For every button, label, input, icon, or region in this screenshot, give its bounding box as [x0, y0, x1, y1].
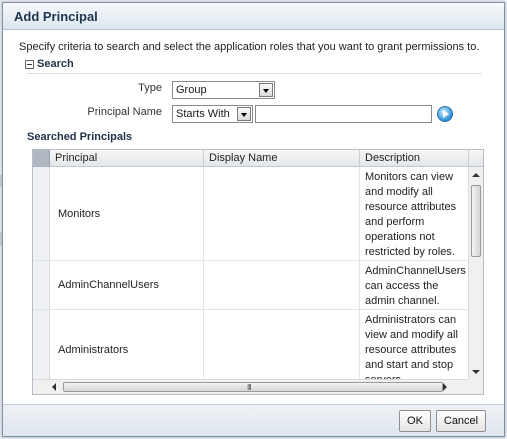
search-section-label: Search — [37, 58, 74, 70]
scroll-grip: III — [247, 383, 252, 392]
type-select[interactable]: Group — [172, 81, 275, 99]
table-row[interactable]: Administrators Administrators can view a… — [33, 310, 469, 380]
type-select-value: Group — [176, 84, 207, 96]
row-selector[interactable] — [33, 167, 50, 260]
column-header-description[interactable]: Description — [360, 150, 469, 167]
column-header-display-name[interactable]: Display Name — [204, 150, 360, 167]
go-arrow-icon[interactable] — [437, 106, 453, 122]
display-name-cell — [204, 167, 360, 260]
section-divider — [27, 73, 482, 74]
scroll-down-icon[interactable] — [472, 370, 480, 374]
select-all-cell[interactable] — [33, 150, 50, 167]
dialog-title: Add Principal — [3, 3, 504, 30]
ok-button[interactable]: OK — [399, 410, 431, 432]
table-row[interactable]: AdminChannelUsers AdminChannelUsers can … — [33, 261, 469, 310]
row-selector[interactable] — [33, 310, 50, 380]
description-cell: Monitors can view and modify all resourc… — [365, 171, 457, 258]
display-name-cell — [204, 310, 360, 380]
principal-cell: Administrators — [50, 310, 204, 380]
description-cell: Administrators can view and modify all r… — [365, 314, 458, 380]
searched-principals-heading: Searched Principals — [27, 131, 133, 143]
principal-name-input[interactable] — [255, 105, 432, 123]
chevron-down-icon[interactable] — [237, 107, 251, 121]
instruction-text: Specify criteria to search and select th… — [19, 41, 480, 53]
match-operator-value: Starts With — [176, 108, 230, 120]
scroll-left-icon[interactable] — [52, 383, 56, 391]
scroll-corner — [468, 379, 483, 394]
vertical-scrollbar[interactable] — [468, 167, 483, 380]
display-name-cell — [204, 261, 360, 309]
match-operator-select[interactable]: Starts With — [172, 105, 253, 123]
row-selector[interactable] — [33, 261, 50, 309]
principal-cell: AdminChannelUsers — [50, 261, 204, 309]
principal-name-label: Principal Name — [87, 106, 162, 118]
scroll-right-icon[interactable] — [443, 383, 447, 391]
dialog-content: Specify criteria to search and select th… — [3, 31, 504, 404]
dialog-footer: OK Cancel — [3, 404, 504, 436]
principals-table: Principal Display Name Description Monit… — [32, 149, 484, 395]
column-header-principal[interactable]: Principal — [50, 150, 204, 167]
cancel-button[interactable]: Cancel — [436, 410, 486, 432]
table-row[interactable]: Monitors Monitors can view and modify al… — [33, 167, 469, 261]
add-principal-dialog: Add Principal Specify criteria to search… — [2, 2, 505, 437]
collapse-icon[interactable] — [25, 59, 34, 69]
table-body: Monitors Monitors can view and modify al… — [33, 167, 469, 380]
description-cell: AdminChannelUsers can access the admin c… — [365, 265, 466, 307]
vertical-scroll-thumb[interactable] — [471, 185, 481, 257]
chevron-down-icon[interactable] — [259, 83, 273, 97]
principal-cell: Monitors — [50, 167, 204, 260]
scroll-up-icon[interactable] — [472, 173, 480, 177]
table-header: Principal Display Name Description — [33, 150, 483, 167]
horizontal-scroll-thumb[interactable]: III — [63, 382, 443, 392]
horizontal-scrollbar[interactable]: III — [33, 379, 469, 394]
type-label: Type — [138, 82, 162, 94]
search-section-header[interactable]: Search — [25, 58, 74, 70]
